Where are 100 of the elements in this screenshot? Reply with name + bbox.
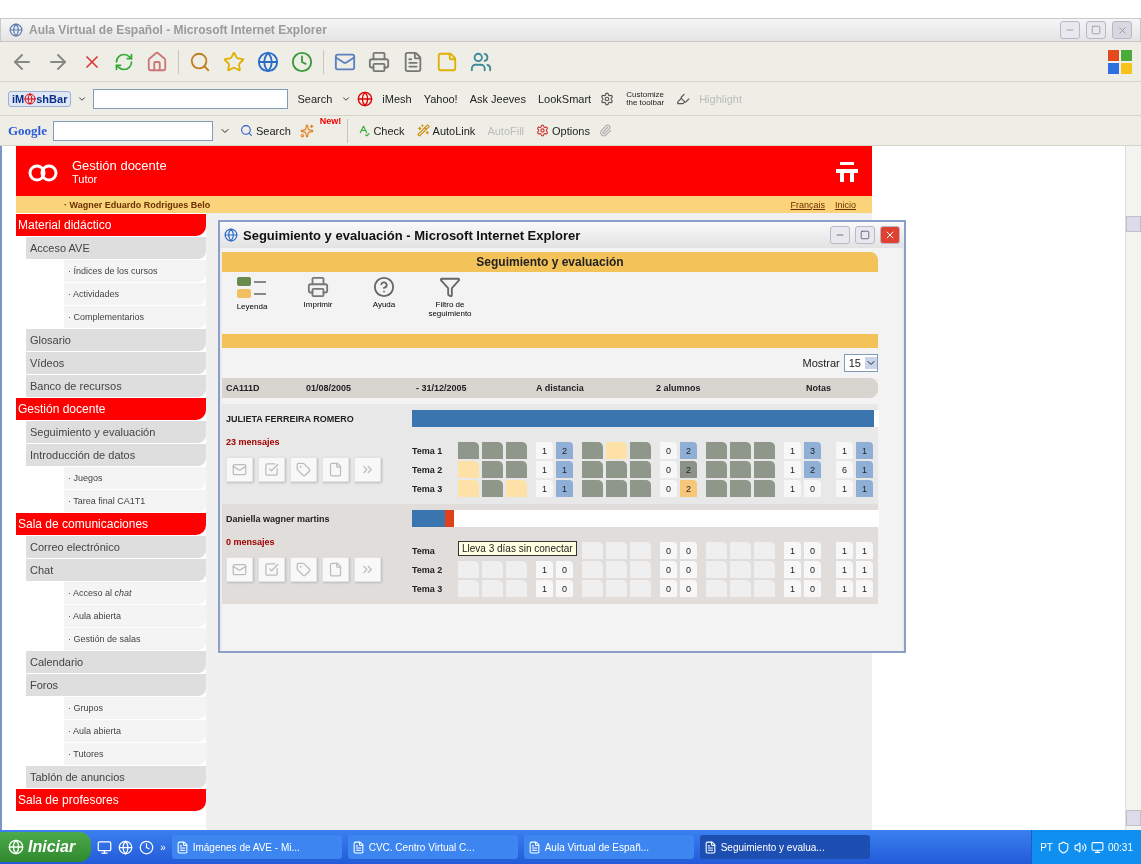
browser-icon[interactable] xyxy=(118,839,134,855)
sidebar-item[interactable]: Seguimiento y evaluación xyxy=(26,421,206,443)
tag-button[interactable] xyxy=(290,457,317,482)
sidebar-subitem[interactable]: · Tutores xyxy=(64,743,206,765)
score-badge: 1 xyxy=(856,461,873,478)
volume-icon[interactable] xyxy=(1073,840,1087,854)
search-button[interactable]: Search xyxy=(294,92,336,105)
close-button[interactable] xyxy=(880,226,900,244)
start-button[interactable]: Iniciar xyxy=(0,832,92,862)
minimize-button[interactable] xyxy=(830,226,850,244)
google-search-button[interactable]: Search xyxy=(237,124,294,137)
count: 1 xyxy=(836,580,853,597)
count: 1 xyxy=(784,542,801,559)
sidebar-subitem[interactable]: · Complementarios xyxy=(64,306,206,328)
sidebar-item[interactable]: Chat xyxy=(26,559,206,581)
mail-button[interactable] xyxy=(226,557,253,582)
globe-icon xyxy=(357,90,374,107)
institution-logo-icon xyxy=(834,159,860,183)
count: 6 xyxy=(836,461,853,478)
spellcheck-icon xyxy=(357,124,371,137)
sidebar-item[interactable]: Introducción de datos xyxy=(26,444,206,466)
messages-count[interactable]: 0 mensajes xyxy=(226,537,412,547)
mail-icon xyxy=(232,462,247,477)
tag-icon xyxy=(296,562,311,577)
score-badge: 2 xyxy=(804,461,821,478)
sidebar-subitem[interactable]: · Aula abierta xyxy=(64,605,206,627)
desktop-icon[interactable] xyxy=(97,839,113,855)
sidebar-subitem[interactable]: · Acceso al chat xyxy=(64,582,206,604)
sidebar-section[interactable]: Sala de profesores xyxy=(16,789,206,811)
document-icon xyxy=(328,562,343,577)
maximize-button[interactable] xyxy=(1086,21,1106,39)
toolbar-button[interactable]: Leyenda xyxy=(230,276,274,330)
taskbar-task[interactable]: CVC. Centro Virtual C... xyxy=(347,835,518,859)
search-field[interactable] xyxy=(93,88,289,109)
document-button[interactable] xyxy=(322,457,349,482)
sidebar-subitem[interactable]: · Grupos xyxy=(64,697,206,719)
sidebar-section[interactable]: Material didáctico xyxy=(16,214,206,236)
google-search-field[interactable] xyxy=(53,120,213,141)
count: 0 xyxy=(660,561,677,578)
check-button[interactable]: Check xyxy=(354,124,408,137)
toolbar-button[interactable]: Filtro de seguimiento xyxy=(428,276,472,330)
toolbar-button[interactable]: Ayuda xyxy=(362,276,406,330)
checkbox-button[interactable] xyxy=(258,457,285,482)
toolbar-link[interactable]: Yahoo! xyxy=(420,92,461,105)
sidebar-item[interactable]: Correo electrónico xyxy=(26,536,206,558)
sidebar-subitem[interactable]: · Gestión de salas xyxy=(64,628,206,650)
header-link[interactable]: Inicio xyxy=(835,199,856,210)
scrollbar[interactable] xyxy=(1125,146,1141,830)
page-icon xyxy=(351,840,365,854)
close-button[interactable] xyxy=(1112,21,1132,39)
toolbar-button[interactable]: Imprimir xyxy=(296,276,340,330)
taskbar-task[interactable]: Aula Virtual de Españ... xyxy=(523,835,694,859)
customize-button[interactable]: Customize the toolbar xyxy=(620,90,671,107)
legend-icon xyxy=(237,276,267,300)
sidebar-subitem[interactable]: · Índices de los cursos xyxy=(64,260,206,282)
messages-count[interactable]: 23 mensajes xyxy=(226,437,412,447)
tag-button[interactable] xyxy=(290,557,317,582)
sidebar-item[interactable]: Banco de recursos xyxy=(26,375,206,397)
sidebar-subitem[interactable]: · Juegos xyxy=(64,467,206,489)
minimize-button[interactable] xyxy=(1060,21,1080,39)
count: 1 xyxy=(836,542,853,559)
autolink-button[interactable]: AutoLink xyxy=(413,124,479,137)
refresh-icon xyxy=(114,51,134,72)
sidebar-subitem[interactable]: · Tarea final CA1T1 xyxy=(64,490,206,512)
document-button[interactable] xyxy=(322,557,349,582)
maximize-button[interactable] xyxy=(855,226,875,244)
count: 1 xyxy=(784,580,801,597)
count: 1 xyxy=(536,442,553,459)
sidebar-item[interactable]: Foros xyxy=(26,674,206,696)
options-button[interactable]: Options xyxy=(533,124,593,137)
course-info: CA111D xyxy=(226,383,261,393)
sidebar-subitem[interactable]: · Actividades xyxy=(64,283,206,305)
toolbar-link[interactable]: iMesh xyxy=(379,92,415,105)
sidebar-item[interactable]: Vídeos xyxy=(26,352,206,374)
sidebar-item[interactable]: Calendario xyxy=(26,651,206,673)
more-button[interactable]: » xyxy=(160,841,166,853)
sidebar-section[interactable]: Gestión docente xyxy=(16,398,206,420)
home-icon xyxy=(146,50,168,73)
header-link[interactable]: Français xyxy=(790,199,825,210)
sidebar-item[interactable]: Tablón de anuncios xyxy=(26,766,206,788)
sidebar-section[interactable]: Sala de comunicaciones xyxy=(16,513,206,535)
sidebar-subitem[interactable]: · Aula abierta xyxy=(64,720,206,742)
count: 1 xyxy=(536,580,553,597)
show-select[interactable]: 15 xyxy=(843,354,878,372)
checkbox-button[interactable] xyxy=(258,557,285,582)
toolbar-link[interactable]: LookSmart xyxy=(534,92,595,105)
toolbar-link[interactable]: Ask Jeeves xyxy=(466,92,529,105)
taskbar-task[interactable]: Seguimiento y evalua... xyxy=(699,835,870,859)
taskbar-task[interactable]: Imágenes de AVE - Mi... xyxy=(171,835,342,859)
mail-button[interactable] xyxy=(226,457,253,482)
sidebar-item[interactable]: Acceso AVE xyxy=(26,237,206,259)
forward-button[interactable] xyxy=(354,457,381,482)
sidebar-item[interactable]: Glosario xyxy=(26,329,206,351)
count: 0 xyxy=(660,480,677,497)
imeshbar-logo[interactable]: iM shBar xyxy=(8,90,72,107)
shield-icon[interactable] xyxy=(1056,840,1070,854)
edit-icon xyxy=(402,50,424,73)
forward-button[interactable] xyxy=(354,557,381,582)
topic-label: Tema 2 xyxy=(412,564,444,575)
google-logo[interactable]: Google xyxy=(8,122,47,139)
